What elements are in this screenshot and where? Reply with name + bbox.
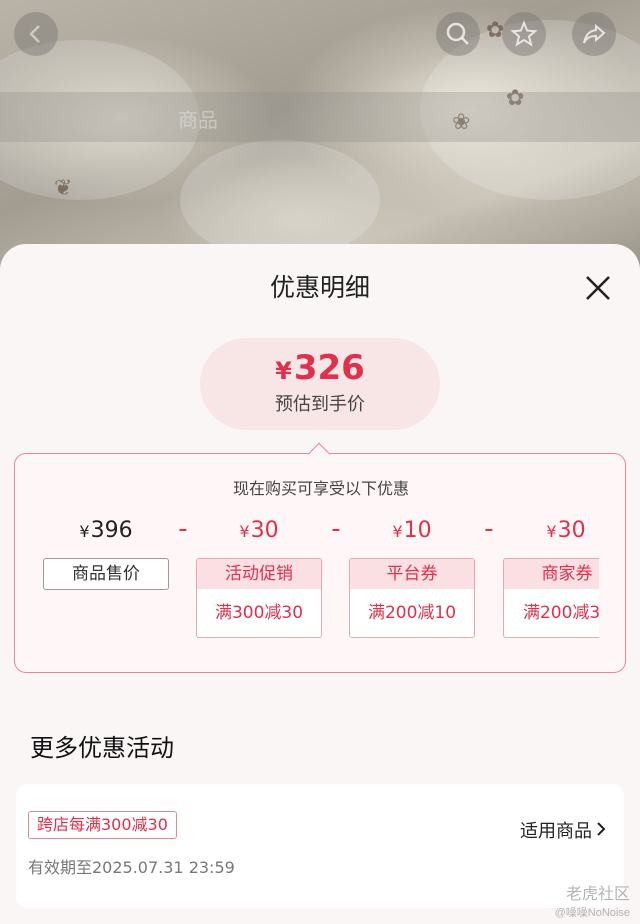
price-breakdown-box: 现在购买可享受以下优惠 ¥396 商品售价 - ¥30 活动促销 满300减30… bbox=[14, 453, 626, 673]
link-label: 适用商品 bbox=[520, 821, 592, 842]
breakdown-note: 现在购买可享受以下优惠 bbox=[232, 479, 409, 498]
watermark: 老虎社区 @噪噪NoNoise bbox=[555, 880, 630, 920]
minus-sign: - bbox=[178, 514, 188, 544]
tab-product[interactable]: 商品 bbox=[178, 104, 218, 133]
amount-value: 30 bbox=[250, 518, 279, 543]
price-amount: 326 bbox=[293, 348, 365, 388]
discount-rule: 满300减30 bbox=[214, 603, 304, 623]
chevron-right-icon bbox=[596, 821, 606, 842]
estimated-price-caption: 预估到手价 bbox=[275, 394, 365, 415]
watermark-brand: 老虎社区 bbox=[565, 886, 630, 903]
discount-detail-sheet: 优惠明细 ¥326 预估到手价 现在购买可享受以下优惠 ¥396 商品售价 - … bbox=[0, 244, 640, 924]
minus-sign: - bbox=[484, 514, 494, 544]
discount-rule: 满200减30 bbox=[522, 603, 599, 623]
discount-rule: 满200减10 bbox=[367, 603, 457, 623]
watermark-author: @噪噪NoNoise bbox=[554, 907, 630, 919]
discount-card-platform: 平台券 满200减10 bbox=[349, 558, 475, 638]
discount-amount: ¥30 bbox=[503, 518, 625, 543]
discount-card-activity: 活动促销 满300减30 bbox=[196, 558, 322, 638]
promotion-card: 跨店每满300减30 适用商品 有效期至2025.07.31 23:59 bbox=[16, 784, 624, 908]
star-icon bbox=[510, 20, 538, 47]
discount-title: 商家券 bbox=[504, 559, 599, 589]
currency-symbol: ¥ bbox=[239, 522, 250, 541]
favorite-button[interactable] bbox=[502, 12, 546, 56]
discount-card-store: 商家券 满200减30 bbox=[503, 558, 599, 638]
amount-value: 10 bbox=[403, 518, 432, 543]
applicable-products-link[interactable]: 适用商品 bbox=[520, 817, 606, 843]
base-price-amount: ¥396 bbox=[43, 518, 169, 543]
search-button[interactable] bbox=[436, 12, 480, 56]
discount-amount: ¥10 bbox=[349, 518, 475, 543]
flower-pattern-icon: ❦ bbox=[54, 176, 73, 201]
amount-value: 30 bbox=[557, 518, 586, 543]
close-icon bbox=[586, 276, 610, 300]
estimated-price-pill: ¥326 预估到手价 bbox=[200, 338, 440, 430]
sheet-title: 优惠明细 bbox=[269, 273, 370, 302]
amount-value: 396 bbox=[90, 518, 133, 543]
minus-sign: - bbox=[331, 514, 341, 544]
more-promotions-title: 更多优惠活动 bbox=[30, 734, 174, 762]
currency-symbol: ¥ bbox=[275, 357, 292, 385]
discount-title: 平台券 bbox=[350, 559, 474, 589]
currency-symbol: ¥ bbox=[546, 522, 557, 541]
base-price-label: 商品售价 bbox=[43, 558, 169, 590]
fabric-highlight bbox=[180, 140, 380, 260]
estimated-price: ¥326 bbox=[200, 348, 440, 388]
discount-amount: ¥30 bbox=[196, 518, 322, 543]
top-tab-strip: 商品 bbox=[0, 92, 640, 142]
close-button[interactable] bbox=[584, 274, 612, 302]
share-icon bbox=[583, 23, 606, 44]
currency-symbol: ¥ bbox=[392, 522, 403, 541]
back-arrow-icon bbox=[29, 25, 40, 43]
promotion-tag: 跨店每满300减30 bbox=[28, 811, 177, 839]
promotion-validity: 有效期至2025.07.31 23:59 bbox=[28, 858, 235, 877]
currency-symbol: ¥ bbox=[79, 522, 90, 541]
share-button[interactable] bbox=[572, 12, 616, 56]
back-button[interactable] bbox=[14, 12, 58, 56]
search-icon bbox=[446, 22, 469, 45]
discount-title: 活动促销 bbox=[197, 559, 321, 589]
